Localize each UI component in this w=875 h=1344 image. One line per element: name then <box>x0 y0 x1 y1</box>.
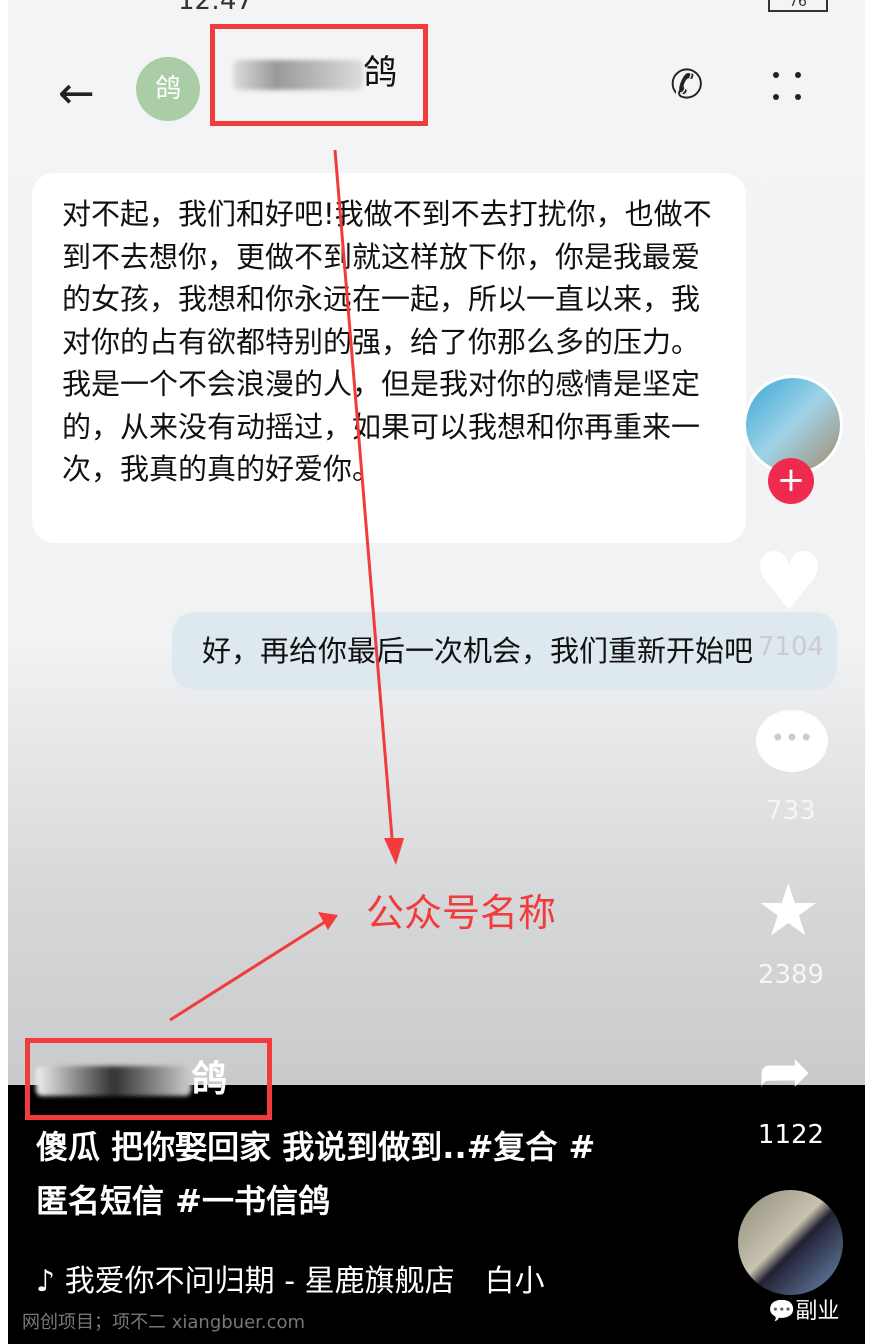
wechat-icon: 💬 <box>768 1299 796 1324</box>
caption-line: 匿名短信 #一书信鸽 <box>36 1182 330 1220</box>
comment-count: 733 <box>766 796 816 826</box>
music-title: 我爱你不问归期 - 星鹿旗舰店 白小 <box>64 1264 545 1299</box>
screen: 12:47 76 ← 鸽 鸽 ✆ 对不起，我们和好吧!我做不到不去打扰你，也做不… <box>8 0 865 1344</box>
follow-button[interactable]: + <box>768 458 814 504</box>
arrow-head <box>318 912 338 930</box>
music-disc[interactable] <box>738 1190 843 1295</box>
annotation-label: 公众号名称 <box>366 891 557 935</box>
music-info[interactable]: ♪ 我爱你不问归期 - 星鹿旗舰店 白小 <box>36 1256 545 1300</box>
favorite-count: 2389 <box>757 960 825 990</box>
comment-icon[interactable]: ••• <box>756 710 828 772</box>
share-count: 1122 <box>757 1120 825 1150</box>
caption-line: 傻瓜 把你娶回家 我说到做到..#复合 # <box>36 1128 596 1166</box>
arrow-line <box>333 149 395 851</box>
highlight-box <box>25 1038 272 1120</box>
watermark: 网创项目；项不二 xiangbuer.com <box>22 1312 306 1333</box>
music-note-icon: ♪ <box>36 1264 65 1299</box>
like-icon[interactable]: ♥ <box>753 535 825 628</box>
like-count: 7104 <box>757 632 825 662</box>
watermark-right: 副业 <box>795 1299 840 1324</box>
video-caption: 傻瓜 把你娶回家 我说到做到..#复合 # 匿名短信 #一书信鸽 <box>36 1120 595 1228</box>
share-icon[interactable]: ➦ <box>758 1035 812 1109</box>
arrow-line <box>169 918 329 1022</box>
favorite-icon[interactable]: ★ <box>756 868 821 952</box>
wechat-watermark: 💬副业 <box>768 1293 839 1325</box>
arrow-head <box>384 838 404 865</box>
